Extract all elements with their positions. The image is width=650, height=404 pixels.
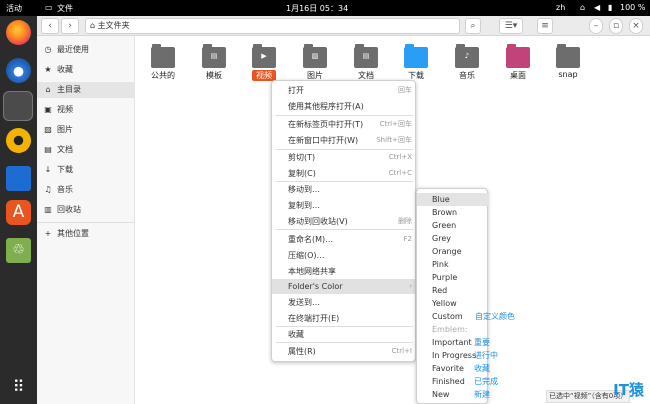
menu-item-open-new-tab[interactable]: 在新标签页中打开(T) Ctrl+回车 (272, 117, 415, 132)
volume-icon[interactable]: ◀ (594, 3, 600, 12)
language-indicator[interactable]: zh (556, 3, 565, 12)
view-toggle-button[interactable]: ☰▾ (499, 18, 523, 34)
battery-level: 100 % (620, 3, 646, 12)
network-icon[interactable]: ⌂ (580, 3, 585, 12)
maximize-button[interactable]: ▫ (609, 18, 623, 34)
sidebar-item-videos[interactable]: ▣ 视频 (37, 102, 135, 118)
menu-item-rename[interactable]: 重命名(M)… F2 (272, 232, 415, 247)
submenu-item-yellow[interactable]: Yellow (417, 297, 489, 310)
minimize-button[interactable]: – (589, 18, 603, 34)
files-icon[interactable] (3, 91, 33, 121)
menu-separator (276, 342, 413, 343)
sidebar-item-music[interactable]: ♫ 音乐 (37, 182, 135, 198)
chevron-right-icon: › (409, 282, 412, 290)
music-icon: ♫ (44, 185, 52, 194)
firefox-icon[interactable] (6, 20, 31, 45)
sidebar-item-pictures[interactable]: ▨ 图片 (37, 122, 135, 138)
annotation-new: 新建 (474, 390, 490, 399)
submenu-item-green[interactable]: Green (417, 219, 489, 232)
sidebar-item-recent[interactable]: ◷ 最近使用 (37, 42, 135, 58)
trash-icon[interactable]: ♲ (6, 238, 31, 263)
menu-item-open[interactable]: 打开 回车 (272, 83, 415, 98)
document-icon: ▤ (44, 145, 52, 154)
menu-separator (276, 115, 413, 116)
search-icon[interactable]: ⌕ (465, 18, 481, 34)
folder-icon: ▭ (45, 3, 53, 12)
dock: A ♲ ⠿ (0, 16, 37, 404)
menu-item-cut[interactable]: 剪切(T) Ctrl+X (272, 150, 415, 165)
sidebar: ◷ 最近使用 ★ 收藏 ⌂ 主目录 ▣ 视频 ▨ 图片 ▤ 文档 ↓ 下载 ♫ 音乐 ▥ 回收站 … (37, 36, 135, 404)
menu-item-compress[interactable]: 压缩(O)… (272, 248, 415, 263)
context-menu: 打开 回车 使用其他程序打开(A) 在新标签页中打开(T) Ctrl+回车 在新窗口… (271, 80, 416, 362)
annotation-favorite: 收藏 (474, 364, 490, 373)
sidebar-divider (37, 222, 135, 223)
sidebar-item-trash[interactable]: ▥ 回收站 (37, 202, 135, 218)
menu-item-open-with[interactable]: 使用其他程序打开(A) (272, 99, 415, 114)
folder-music[interactable]: ♪ 音乐 (444, 44, 488, 92)
submenu-item-brown[interactable]: Brown (417, 206, 489, 219)
writer-icon[interactable] (6, 166, 31, 191)
forward-button[interactable]: › (61, 18, 79, 34)
submenu-item-blue[interactable]: Blue (417, 193, 489, 206)
video-icon: ▣ (44, 105, 52, 114)
show-apps-icon[interactable]: ⠿ (6, 374, 31, 399)
back-button[interactable]: ‹ (41, 18, 59, 34)
submenu-item-orange[interactable]: Orange (417, 245, 489, 258)
submenu-item-purple[interactable]: Purple (417, 271, 489, 284)
menu-item-move-to-trash[interactable]: 移动到回收站(V) 删除 (272, 214, 415, 229)
folder-public[interactable]: 公共的 (140, 44, 184, 92)
annotation-in-progress: 进行中 (474, 351, 498, 360)
submenu-item-pink[interactable]: Pink (417, 258, 489, 271)
menu-item-local-share[interactable]: 本地网络共享 (272, 264, 415, 279)
path-label: 主文件夹 (97, 21, 130, 30)
trash-icon: ▥ (44, 205, 52, 214)
rhythmbox-icon[interactable] (6, 128, 31, 153)
annotation-custom-color: 自定义颜色 (475, 312, 515, 321)
menu-item-star[interactable]: 收藏 (272, 327, 415, 342)
sidebar-item-other-locations[interactable]: + 其他位置 (37, 226, 135, 242)
menu-item-move-to[interactable]: 移动到… (272, 182, 415, 197)
download-icon: ↓ (44, 165, 52, 174)
star-icon: ★ (44, 65, 52, 74)
home-icon: ⌂ (90, 21, 98, 30)
menu-item-copy-to[interactable]: 复制到… (272, 198, 415, 213)
close-button[interactable]: × (629, 18, 643, 34)
activities-button[interactable]: 活动 (6, 3, 22, 14)
app-name[interactable]: 文件 (57, 3, 73, 14)
thunderbird-icon[interactable] (6, 58, 31, 83)
submenu-item-grey[interactable]: Grey (417, 232, 489, 245)
app-center-icon[interactable]: A (6, 200, 31, 225)
sidebar-item-home[interactable]: ⌂ 主目录 (37, 82, 135, 98)
plus-icon: + (44, 229, 52, 238)
top-bar: 活动 ▭ 文件 1月16日 05：34 zh ⌂ ◀ ▮ 100 % (0, 0, 650, 16)
folder-desktop[interactable]: 桌面 (495, 44, 539, 92)
image-icon: ▨ (44, 125, 52, 134)
submenu-item-red[interactable]: Red (417, 284, 489, 297)
menu-item-folders-color[interactable]: Folder's Color › (272, 279, 415, 294)
battery-icon[interactable]: ▮ (608, 3, 612, 12)
menu-item-properties[interactable]: 属性(R) Ctrl+I (272, 344, 415, 359)
sidebar-item-downloads[interactable]: ↓ 下载 (37, 162, 135, 178)
menu-item-open-new-window[interactable]: 在新窗口中打开(W) Shift+回车 (272, 133, 415, 148)
folder-snap[interactable]: snap (545, 44, 589, 92)
watermark-logo: IT猿 (613, 381, 644, 399)
menu-button[interactable]: ≡ (537, 18, 553, 34)
menu-item-send-to[interactable]: 发送到… (272, 295, 415, 310)
header-bar: ‹ › ⌂ 主文件夹 ⌕ ☰▾ ≡ – ▫ × (37, 16, 650, 36)
sidebar-item-documents[interactable]: ▤ 文档 (37, 142, 135, 158)
submenu-label-emblem: Emblem: (432, 325, 468, 334)
sidebar-item-starred[interactable]: ★ 收藏 (37, 62, 135, 78)
path-bar[interactable]: ⌂ 主文件夹 (85, 18, 460, 34)
clock[interactable]: 1月16日 05：34 (286, 3, 348, 14)
menu-item-copy[interactable]: 复制(C) Ctrl+C (272, 166, 415, 181)
home-icon: ⌂ (45, 85, 51, 94)
menu-item-open-terminal[interactable]: 在终端打开(E) (272, 311, 415, 326)
annotation-important: 重要 (474, 338, 490, 347)
folder-templates[interactable]: ▤ 模板 (191, 44, 235, 92)
clock-icon: ◷ (44, 45, 52, 54)
annotation-finished: 已完成 (474, 377, 498, 386)
menu-separator (276, 229, 413, 230)
